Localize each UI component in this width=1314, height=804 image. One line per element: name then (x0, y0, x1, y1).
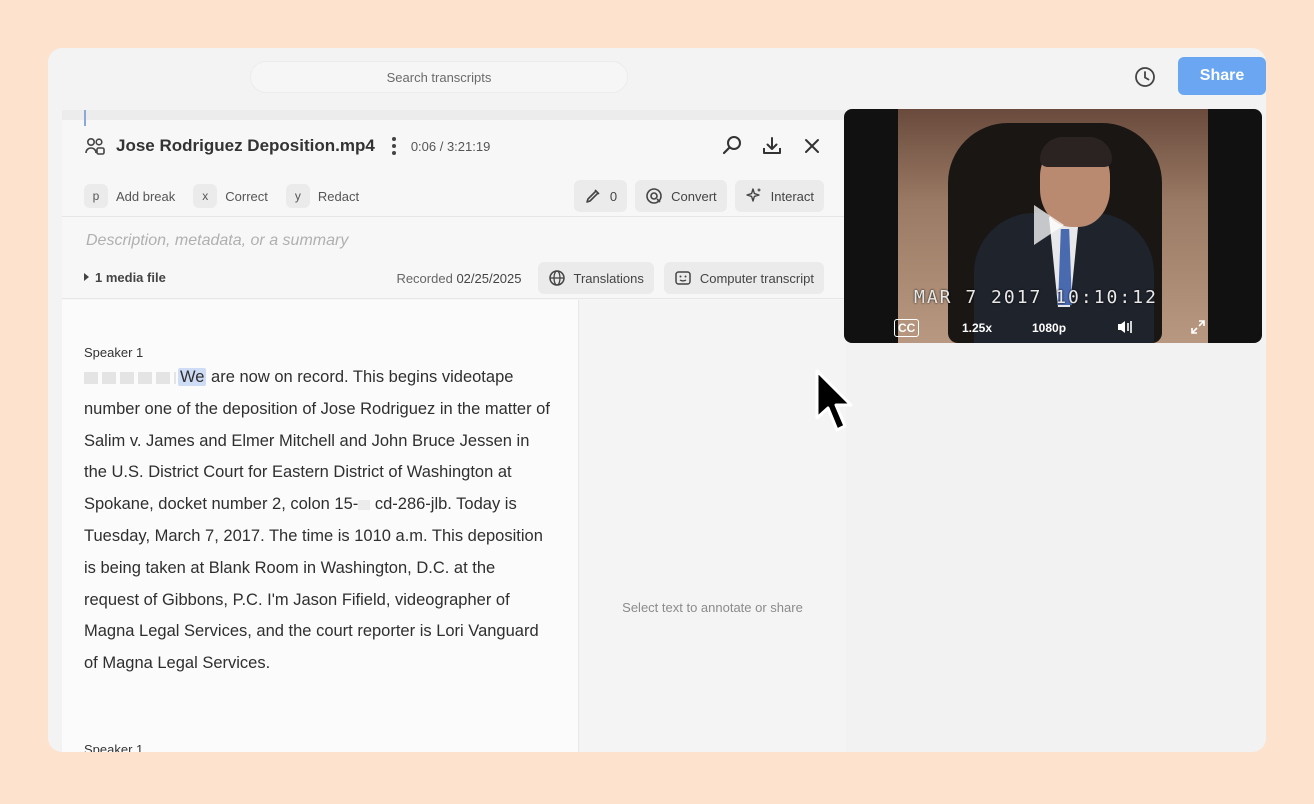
clock-icon (1135, 67, 1155, 87)
video-timestamp-overlay: MAR 7 2017 10:10:12 (914, 287, 1158, 308)
transcript-text[interactable]: cd-286-jlb. Today is Tuesday, March 7, 2… (84, 495, 543, 672)
hotkey-badge: x (193, 184, 218, 208)
speaker-label[interactable]: Speaker 1 (84, 345, 143, 360)
toolbar-divider (62, 216, 846, 217)
annotation-pane: Select text to annotate or share (578, 300, 846, 752)
share-button[interactable]: Share (1178, 57, 1266, 95)
editing-toolbar: p Add break x Correct y Redact 0 Convert (84, 180, 824, 212)
playback-speed-button[interactable]: 1.25x (962, 321, 992, 335)
close-icon[interactable] (800, 134, 824, 158)
computer-transcript-label: Computer transcript (699, 270, 814, 286)
more-options-icon[interactable] (387, 136, 401, 156)
recorded-info: Recorded 02/25/2025 (396, 271, 521, 286)
play-icon[interactable] (1034, 205, 1064, 245)
caret-right-icon (84, 273, 89, 281)
header-divider (62, 298, 846, 299)
correct-label: Correct (225, 188, 268, 204)
media-files-toggle[interactable]: 1 media file (84, 270, 166, 285)
recorded-label: Recorded (396, 270, 453, 286)
transcript-pane: Speaker 1 We are now on record. This beg… (62, 300, 578, 752)
transcript-text[interactable]: are now on record. This begins videotape… (84, 368, 550, 513)
media-row: 1 media file Recorded 02/25/2025 Transla… (84, 262, 824, 294)
fullscreen-icon[interactable] (1190, 319, 1206, 338)
correct-button[interactable]: x Correct (193, 184, 268, 208)
document-title-row: Jose Rodriguez Deposition.mp4 0:06 / 3:2… (84, 134, 824, 158)
search-icon[interactable] (720, 134, 744, 158)
interact-label: Interact (770, 188, 814, 204)
sparkle-icon (745, 188, 761, 202)
computer-transcript-button[interactable]: Computer transcript (663, 262, 824, 294)
description-field[interactable]: Description, metadata, or a summary (86, 232, 348, 250)
side-panel-background (846, 343, 1266, 752)
media-files-label: 1 media file (95, 269, 166, 285)
interact-button[interactable]: Interact (734, 180, 824, 212)
redacted-text (84, 371, 176, 384)
redact-button[interactable]: y Redact (285, 184, 360, 208)
app-window: Search transcripts Share Jose Rodriguez … (48, 48, 1266, 752)
convert-button[interactable]: Convert (635, 180, 727, 212)
mouse-cursor-icon (815, 369, 853, 432)
panel-top-divider (62, 110, 846, 126)
highlight-count-button[interactable]: 0 (573, 180, 628, 212)
speakers-icon (85, 137, 105, 155)
convert-label: Convert (671, 188, 717, 204)
search-placeholder: Search transcripts (386, 69, 492, 85)
redacted-text (358, 499, 371, 510)
document-panel: Jose Rodriguez Deposition.mp4 0:06 / 3:2… (62, 110, 846, 752)
highlighter-icon (586, 189, 600, 203)
captions-button[interactable]: CC (894, 319, 920, 337)
highlight-count: 0 (609, 188, 618, 204)
hotkey-badge: p (84, 184, 108, 208)
redact-label: Redact (317, 188, 360, 204)
annotation-hint: Select text to annotate or share (622, 600, 803, 615)
video-controls: CC 1.25x 1080p (844, 313, 1262, 343)
search-input[interactable]: Search transcripts (250, 61, 628, 93)
add-break-label: Add break (116, 188, 176, 204)
download-icon[interactable] (760, 134, 784, 158)
robot-icon (675, 271, 691, 285)
translations-button[interactable]: Translations (537, 262, 654, 294)
volume-icon[interactable] (1116, 319, 1134, 338)
hotkey-badge: y (285, 184, 310, 208)
convert-icon (646, 188, 662, 204)
transcript-paragraph[interactable]: We are now on record. This begins videot… (84, 362, 554, 680)
globe-icon (548, 270, 565, 286)
playback-timecode: 0:06 / 3:21:19 (410, 138, 491, 154)
recorded-date: 02/25/2025 (456, 270, 522, 286)
video-frame (1040, 137, 1112, 167)
quality-button[interactable]: 1080p (1032, 321, 1066, 335)
current-word-highlight[interactable]: We (178, 368, 207, 386)
speaker-label[interactable]: Speaker 1 (84, 742, 143, 752)
add-break-button[interactable]: p Add break (84, 184, 175, 208)
document-title[interactable]: Jose Rodriguez Deposition.mp4 (116, 136, 375, 156)
video-player[interactable]: MAR 7 2017 10:10:12 CC 1.25x 1080p (844, 109, 1262, 343)
translations-label: Translations (573, 270, 644, 286)
history-button[interactable] (1132, 64, 1158, 90)
